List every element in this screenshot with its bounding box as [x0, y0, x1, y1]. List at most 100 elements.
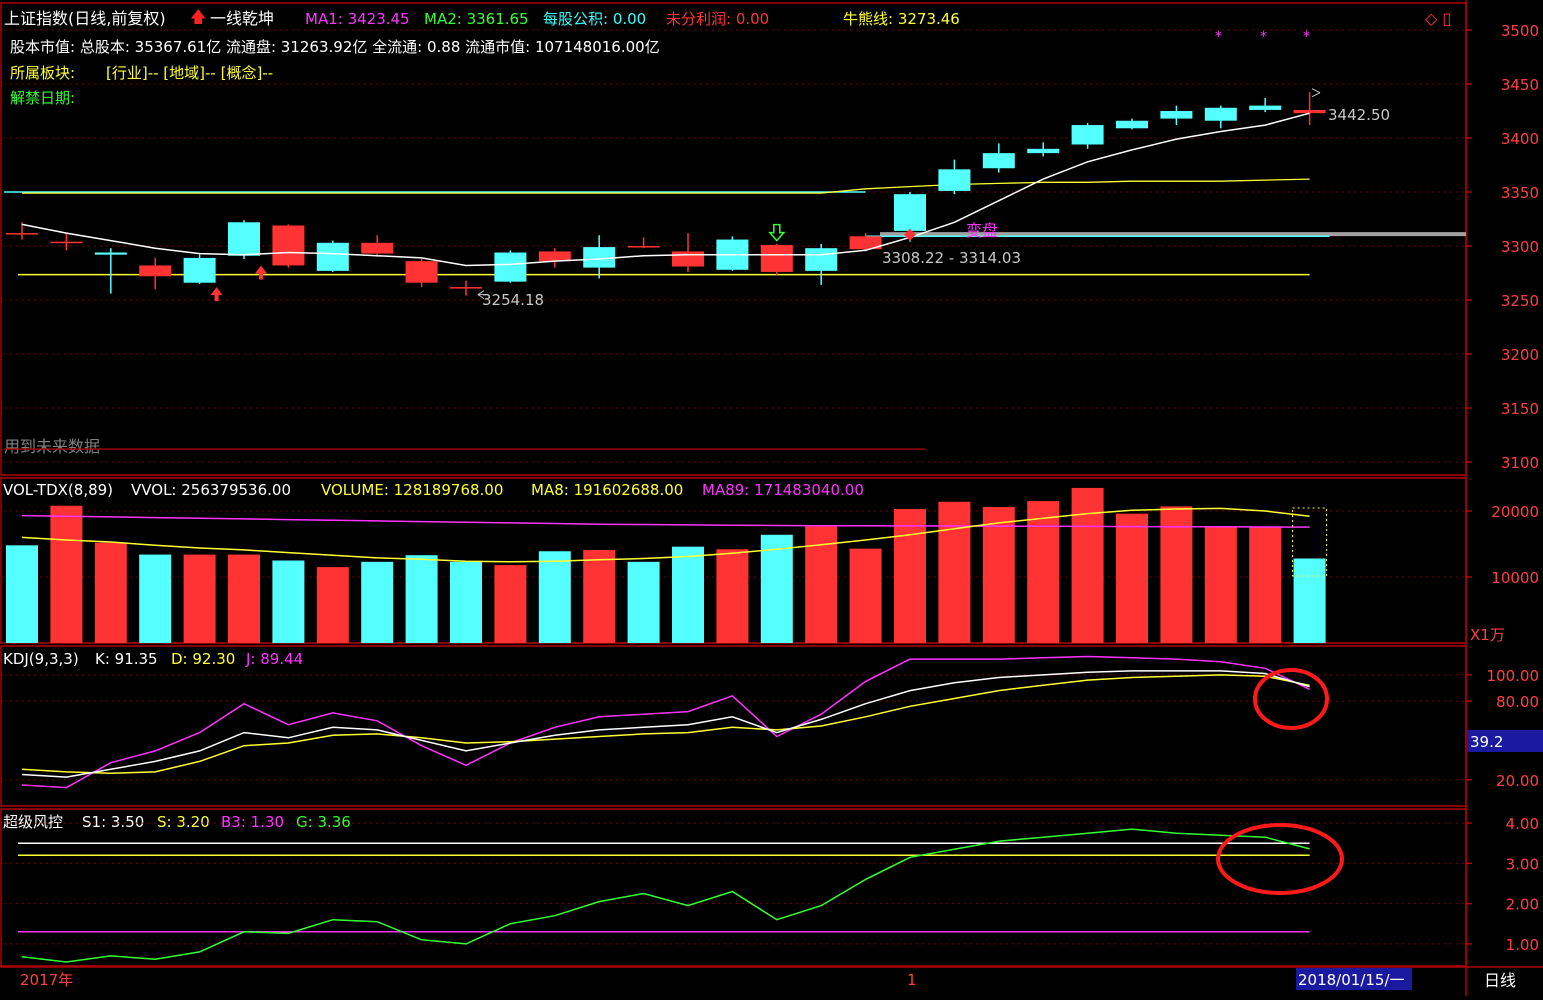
index-title: 上证指数(日线,前复权) [4, 9, 166, 28]
star-marker: * [1215, 29, 1222, 45]
time-axis-footer: 2017年 1 2018/01/15/一 日线 [20, 968, 1516, 990]
corner-icons[interactable]: ◇ ▯ [1425, 9, 1451, 28]
candle-body [627, 246, 660, 248]
sector-label: 所属板块: [10, 64, 75, 82]
kdj-panel: 20.00 80.00 100.00 39.2 [4, 655, 1543, 790]
volume-label: VOLUME: 128189768.00 [321, 481, 503, 499]
candle-body [672, 251, 704, 267]
buy-arrow-icon [210, 287, 223, 302]
volume-bar [1204, 526, 1237, 643]
star-marker: * [1303, 29, 1310, 45]
candle-body [1249, 105, 1282, 110]
up-arrow-icon: 🡅 [190, 7, 206, 26]
candle-body [938, 169, 971, 191]
volume-bar [538, 551, 571, 643]
price-tick-label: 3400 [1501, 130, 1539, 148]
volume-bar [228, 554, 260, 643]
gongji-label: 每股公积: 0.00 [543, 10, 646, 28]
main-panel-header: 上证指数(日线,前复权) 🡅 一线乾坤 MA1: 3423.45 MA2: 33… [4, 7, 1451, 456]
candle-body [1293, 109, 1326, 114]
candle-body [583, 247, 616, 268]
volume-bar [672, 546, 704, 643]
candle-body [805, 248, 838, 271]
kdj-j-line [21, 655, 1310, 789]
kdj-k-label: K: 91.35 [95, 650, 158, 668]
kdj-j-label: J: 89.44 [245, 650, 303, 668]
highlight-circle [1216, 823, 1344, 895]
price-tick-label: 3250 [1501, 292, 1539, 310]
ma2-label: MA2: 3361.65 [424, 10, 529, 28]
volume-bar [494, 565, 527, 643]
range-label: 3308.22 - 3314.03 [882, 249, 1021, 267]
volume-bar [583, 549, 616, 643]
candle-body [1204, 107, 1237, 121]
kdj-tick-label: 100.00 [1487, 667, 1540, 685]
high-pointer-icon [1311, 88, 1321, 98]
niuxiong-label: 牛熊线: 3273.46 [843, 10, 960, 28]
month-marker: 1 [907, 971, 917, 989]
volume-bar [405, 555, 438, 643]
price-tick-label: 3500 [1501, 22, 1539, 40]
high-price-label: 3442.50 [1328, 106, 1390, 124]
price-tick-label: 3450 [1501, 76, 1539, 94]
risk-name: 超级风控 [3, 813, 63, 831]
stock-chart-window: 上证指数(日线,前复权) 🡅 一线乾坤 MA1: 3423.45 MA2: 33… [0, 0, 1543, 996]
ma-line [21, 112, 1310, 267]
volume-bar [849, 548, 882, 643]
risk-panel-header: 超级风控 S1: 3.50 S: 3.20 B3: 1.30 G: 3.36 [3, 813, 351, 831]
risk-s1-label: S1: 3.50 [82, 813, 144, 831]
candle-body [228, 222, 260, 256]
volume-bar [1116, 513, 1148, 643]
kdj-d-line [21, 674, 1310, 774]
volume-bar [450, 561, 482, 643]
period-label[interactable]: 日线 [1484, 971, 1516, 990]
future-data-note: 用到未来数据 [4, 437, 100, 456]
volume-bar [272, 560, 305, 643]
candle-body [760, 244, 793, 272]
volume-panel: 10000 20000 [4, 487, 1539, 643]
volume-bar [94, 542, 127, 643]
panel-frame [0, 645, 1467, 807]
price-tick-label: 3350 [1501, 184, 1539, 202]
year-label: 2017年 [20, 971, 73, 989]
candle-body [1071, 125, 1104, 145]
candle-body [94, 252, 127, 255]
vol-unit-label: X1万 [1470, 626, 1505, 644]
risk-tick-label: 4.00 [1506, 815, 1539, 833]
volume-bar [361, 561, 394, 643]
biangpan-label: 变盘 [966, 221, 998, 240]
yellow-upper-line [22, 178, 1310, 194]
highlight-circle [1253, 668, 1329, 730]
unlock-date-label: 解禁日期: [10, 89, 75, 107]
volume-bar [6, 545, 38, 643]
candle-body [139, 265, 172, 277]
risk-tick-label: 1.00 [1506, 936, 1539, 954]
vol-ma8-label: MA8: 191602688.00 [531, 481, 683, 499]
volume-bar [139, 554, 172, 643]
candle-body [894, 194, 926, 231]
volume-bar [1027, 501, 1060, 643]
sector-value: [行业]-- [地域]-- [概念]-- [106, 64, 273, 82]
candle-body [6, 233, 38, 235]
price-panel: 3100 3150 3200 3250 3300 3350 3400 3450 3500 [4, 22, 1539, 472]
kdj-tick-label: 80.00 [1496, 693, 1539, 711]
kdj-tick-label: 20.00 [1496, 772, 1539, 790]
risk-panel: 1.00 2.00 3.00 4.00 [4, 815, 1539, 963]
lirun-label: 未分利润: 0.00 [666, 10, 769, 28]
price-tick-label: 3300 [1501, 238, 1539, 256]
strategy-name: 一线乾坤 [210, 9, 274, 28]
volume-bar [316, 567, 349, 643]
candle-body [405, 261, 438, 283]
low-price-label: 3254.18 [482, 291, 544, 309]
price-tick-label: 3200 [1501, 346, 1539, 364]
risk-tick-label: 3.00 [1506, 855, 1539, 873]
volume-bar [1249, 527, 1282, 643]
candle-body [982, 153, 1015, 169]
chart-canvas[interactable]: 上证指数(日线,前复权) 🡅 一线乾坤 MA1: 3423.45 MA2: 33… [0, 0, 1543, 996]
risk-b3-label: B3: 1.30 [221, 813, 284, 831]
volume-bar [894, 509, 926, 643]
risk-g-line [21, 828, 1310, 963]
cursor-date: 2018/01/15/一 [1298, 971, 1405, 989]
star-marker: * [1260, 29, 1267, 45]
volume-bar [50, 505, 83, 643]
